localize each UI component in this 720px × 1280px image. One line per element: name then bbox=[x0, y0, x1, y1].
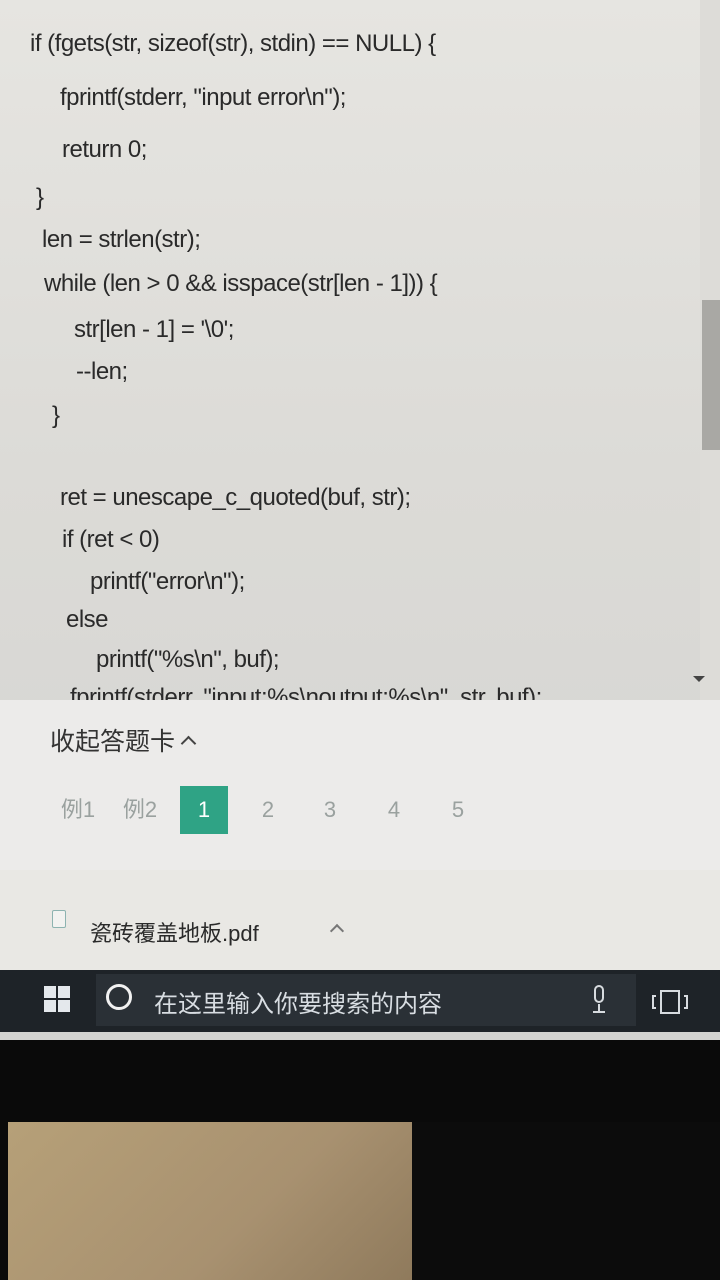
code-line: str[len - 1] = '\0'; bbox=[74, 316, 234, 343]
desk-object bbox=[8, 1122, 412, 1280]
question-tab-example-2[interactable]: 例2 bbox=[114, 786, 166, 834]
windows-start-icon[interactable] bbox=[44, 986, 70, 1012]
code-line: } bbox=[36, 184, 44, 211]
pdf-file-icon bbox=[52, 910, 66, 928]
cortana-icon[interactable] bbox=[106, 984, 132, 1010]
microphone-icon[interactable] bbox=[588, 985, 610, 1015]
code-line: fprintf(stderr, "input error\n"); bbox=[60, 84, 346, 111]
code-line: --len; bbox=[76, 358, 128, 385]
question-tab-example-1[interactable]: 例1 bbox=[52, 786, 104, 834]
code-line: if (fgets(str, sizeof(str), stdin) == NU… bbox=[30, 30, 436, 57]
chevron-up-icon bbox=[180, 735, 197, 751]
code-line: printf("error\n"); bbox=[90, 568, 245, 595]
code-line: return 0; bbox=[62, 136, 147, 163]
question-tab-1[interactable]: 1 bbox=[180, 786, 228, 834]
code-line: fprintf(stderr, "input:%s\noutput:%s\n",… bbox=[70, 684, 542, 700]
question-tab-5[interactable]: 5 bbox=[438, 786, 478, 834]
code-line: len = strlen(str); bbox=[42, 226, 201, 253]
collapse-label: 收起答题卡 bbox=[50, 728, 176, 756]
scroll-down-arrow-icon[interactable] bbox=[693, 676, 705, 682]
question-tab-2[interactable]: 2 bbox=[248, 786, 288, 834]
question-tab-3[interactable]: 3 bbox=[310, 786, 350, 834]
screen: if (fgets(str, sizeof(str), stdin) == NU… bbox=[0, 0, 720, 1040]
task-view-icon[interactable] bbox=[652, 990, 688, 1014]
code-line: while (len > 0 && isspace(str[len - 1]))… bbox=[44, 270, 438, 297]
scrollbar-thumb[interactable] bbox=[702, 300, 720, 450]
question-tab-4[interactable]: 4 bbox=[374, 786, 414, 834]
code-view: if (fgets(str, sizeof(str), stdin) == NU… bbox=[0, 0, 700, 700]
code-line: ret = unescape_c_quoted(buf, str); bbox=[60, 484, 411, 511]
search-placeholder[interactable]: 在这里输入你要搜索的内容 bbox=[154, 984, 442, 1019]
collapse-answer-card-button[interactable]: 收起答题卡 bbox=[50, 722, 197, 758]
code-line: else bbox=[66, 606, 109, 633]
desk-shadow bbox=[412, 1122, 720, 1280]
code-line: printf("%s\n", buf); bbox=[96, 646, 280, 673]
download-file-name[interactable]: 瓷砖覆盖地板.pdf bbox=[90, 916, 259, 948]
code-line: } bbox=[52, 402, 60, 429]
code-line: if (ret < 0) bbox=[62, 526, 160, 553]
